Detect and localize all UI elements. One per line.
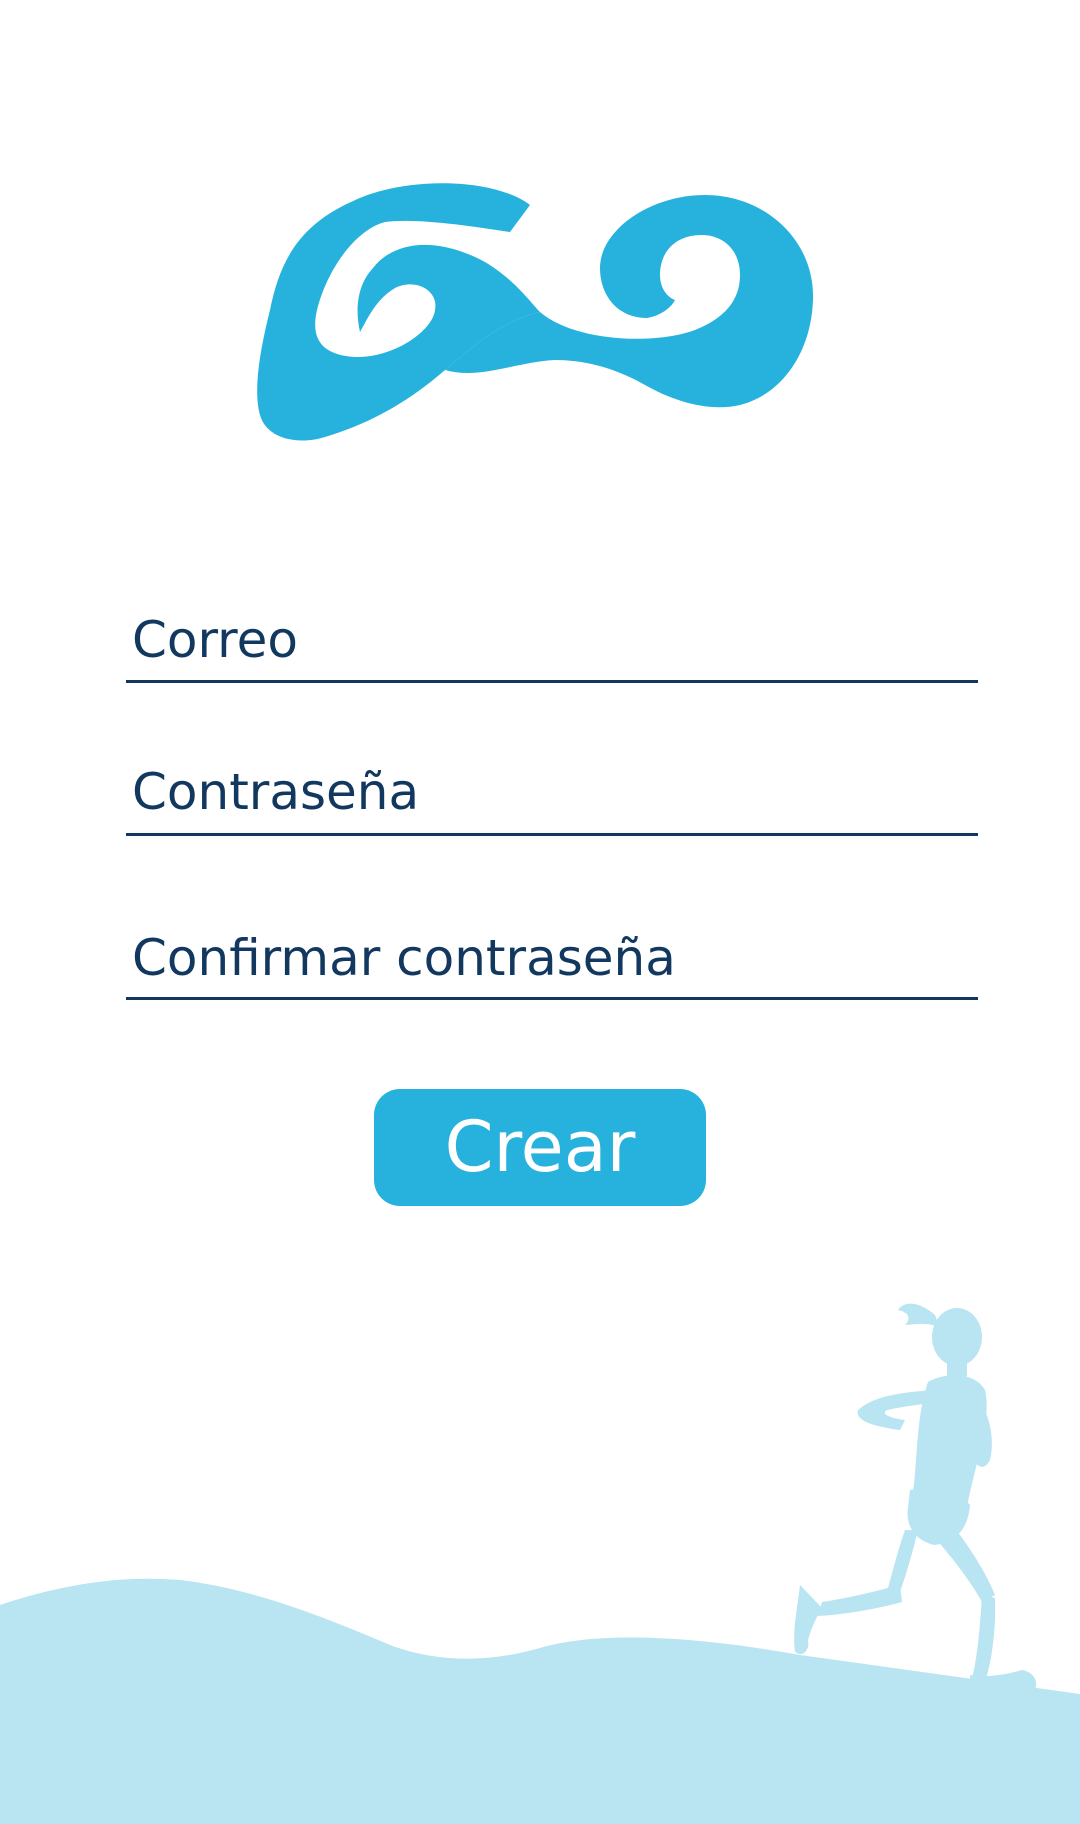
email-field[interactable]: Correo bbox=[126, 610, 978, 683]
password-field-placeholder: Contraseña bbox=[132, 763, 420, 821]
password-field[interactable]: Contraseña bbox=[126, 762, 978, 836]
confirm-password-field-placeholder: Confirmar contraseña bbox=[132, 929, 676, 987]
create-account-button[interactable]: Crear bbox=[374, 1089, 706, 1206]
runner-silhouette-icon bbox=[794, 1303, 1037, 1700]
go-logo-icon bbox=[257, 183, 814, 441]
hill-runner-illustration bbox=[0, 1303, 1080, 1824]
email-field-placeholder: Correo bbox=[132, 611, 298, 669]
confirm-password-field[interactable]: Confirmar contraseña bbox=[126, 928, 978, 1000]
hill-shape bbox=[0, 1578, 1080, 1824]
